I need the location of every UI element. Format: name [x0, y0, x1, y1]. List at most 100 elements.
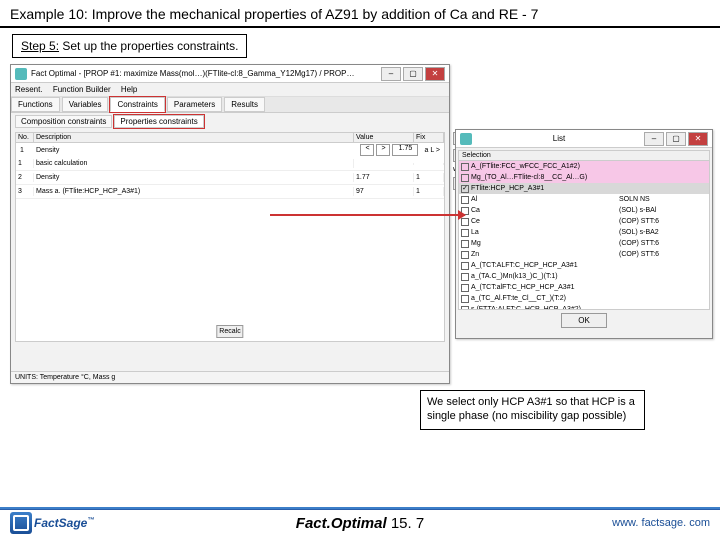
ok-button[interactable]: OK	[561, 313, 607, 328]
list-item[interactable]: A_(TCT:ALFT:C_HCP_HCP_A3#1	[459, 260, 709, 271]
subtab-composition[interactable]: Composition constraints	[15, 115, 112, 128]
checkbox[interactable]	[461, 196, 469, 204]
list-item-label: Mg	[471, 240, 481, 247]
factoptimal-window: Fact Optimal - [PROP #1: maximize Mass(m…	[10, 64, 450, 384]
tab-variables[interactable]: Variables	[62, 97, 109, 112]
recalc-button[interactable]: Recalc	[216, 325, 243, 338]
menu-help[interactable]: Help	[121, 85, 137, 94]
checkbox[interactable]	[461, 163, 469, 171]
app-icon	[15, 68, 27, 80]
col-fix: Fix	[414, 133, 444, 142]
rel-extra: a L >	[424, 147, 440, 154]
list-item[interactable]: Al SOLN NS	[459, 194, 709, 205]
checkbox[interactable]	[461, 284, 469, 292]
minimize-button[interactable]: –	[644, 132, 664, 146]
list-item[interactable]: A_(FTlite:FCC_wFCC_FCC_A1#2)	[459, 161, 709, 172]
tab-results[interactable]: Results	[224, 97, 265, 112]
list-item-label: a_(TC_Al.FT:te_Cl__CT_)(T:2)	[471, 295, 566, 302]
table-row[interactable]: 3 Mass a. (FTlite:HCP_HCP_A3#1) 97 1	[16, 185, 444, 199]
window-titlebar[interactable]: Fact Optimal - [PROP #1: maximize Mass(m…	[11, 65, 449, 83]
list-item-label: Mg_(TO_Al…FTlite-cl:8__CC_Al…G)	[471, 174, 587, 181]
checkbox[interactable]	[461, 229, 469, 237]
subtab-properties[interactable]: Properties constraints	[114, 115, 203, 128]
checkbox[interactable]	[461, 273, 469, 281]
tabs: Functions Variables Constraints Paramete…	[11, 97, 449, 113]
tab-parameters[interactable]: Parameters	[167, 97, 222, 112]
step-box: Step 5: Set up the properties constraint…	[12, 34, 247, 58]
slide-title: Example 10: Improve the mechanical prope…	[0, 0, 720, 28]
list-item-label: A_(TCT:alFT:C_HCP_HCP_A3#1	[471, 284, 574, 291]
rel-gt[interactable]: >	[376, 144, 390, 156]
list-item[interactable]: ✓FTlite:HCP_HCP_A3#1	[459, 183, 709, 194]
menu-function-builder[interactable]: Function Builder	[53, 85, 111, 94]
table-row[interactable]: 1 basic calculation	[16, 157, 444, 171]
checkbox[interactable]	[461, 295, 469, 303]
maximize-button[interactable]: ▢	[403, 67, 423, 81]
tab-functions[interactable]: Functions	[11, 97, 60, 112]
window-title: Fact Optimal - [PROP #1: maximize Mass(m…	[31, 69, 354, 78]
table-row[interactable]: 2 Density 1.77 1	[16, 171, 444, 185]
menubar: Resent. Function Builder Help	[11, 83, 449, 97]
callout-arrow	[270, 214, 465, 216]
checkbox[interactable]: ✓	[461, 185, 469, 193]
list-item-col2: (COP) STT:6	[619, 240, 659, 247]
close-button[interactable]: ✕	[688, 132, 708, 146]
col-desc: Description	[34, 133, 354, 142]
list-titlebar[interactable]: List – ▢ ✕	[456, 130, 712, 148]
list-item[interactable]: La (SOL) s-BA2	[459, 227, 709, 238]
minimize-button[interactable]: –	[381, 67, 401, 81]
list-item[interactable]: a_(TC_Al.FT:te_Cl__CT_)(T:2)	[459, 293, 709, 304]
list-item[interactable]: Mg (COP) STT:6	[459, 238, 709, 249]
logo-text: FactSage™	[34, 516, 94, 530]
list-window: List – ▢ ✕ Selection A_(FTlite:FCC_wFCC_…	[455, 129, 713, 339]
list-item-col2: (SOL) s-BA2	[619, 229, 659, 236]
constraints-grid: No. Description Value Fix 1 Density < > …	[15, 132, 445, 342]
list-item[interactable]: Ce(COP) STT:6	[459, 216, 709, 227]
list-item-col2: (SOL) s-BAl	[619, 207, 656, 214]
rel-lt[interactable]: <	[360, 144, 374, 156]
step-text: Set up the properties constraints.	[59, 39, 238, 53]
footer-url: www. factsage. com	[612, 517, 710, 529]
list-item[interactable]: A_(TCT:alFT:C_HCP_HCP_A3#1	[459, 282, 709, 293]
list-item-label: Al	[471, 196, 477, 203]
checkbox[interactable]	[461, 306, 469, 311]
checkbox[interactable]	[461, 262, 469, 270]
maximize-button[interactable]: ▢	[666, 132, 686, 146]
list-item[interactable]: Ca (SOL) s-BAl	[459, 205, 709, 216]
list-item[interactable]: Mg_(TO_Al…FTlite-cl:8__CC_Al…G)	[459, 172, 709, 183]
list-item-col2: (COP) STT:6	[619, 251, 659, 258]
list-item-label: FTlite:HCP_HCP_A3#1	[471, 185, 544, 192]
close-button[interactable]: ✕	[425, 67, 445, 81]
list-item-label: La	[471, 229, 479, 236]
checkbox[interactable]	[461, 240, 469, 248]
subtabs: Composition constraints Properties const…	[11, 113, 449, 130]
logo: FactSage™	[10, 512, 94, 534]
main-area: Fact Optimal - [PROP #1: maximize Mass(m…	[0, 64, 720, 404]
ok-row: OK	[456, 312, 712, 329]
list-header: Selection	[459, 151, 709, 161]
tab-constraints[interactable]: Constraints	[110, 97, 164, 112]
col-value: Value	[354, 133, 414, 142]
list-item[interactable]: a_(TA.C_)Mn(k13_)C_)(T:1)	[459, 271, 709, 282]
footer: FactSage™ Fact.Optimal 15. 7 www. factsa…	[0, 509, 720, 536]
menu-recent[interactable]: Resent.	[15, 85, 43, 94]
rel-value[interactable]: 1.75	[392, 144, 418, 156]
list-item[interactable]: Zn (COP) STT:6	[459, 249, 709, 260]
logo-icon	[10, 512, 32, 534]
footer-center: Fact.Optimal 15. 7	[296, 515, 424, 532]
list-item-label: Zn	[471, 251, 479, 258]
status-bar: UNITS: Temperature °C, Mass g	[11, 371, 449, 383]
list-item-label: Ce	[471, 218, 480, 225]
app-icon	[460, 133, 472, 145]
step-label: Step 5:	[21, 39, 59, 53]
list-item[interactable]: s (FTTA:ALFT:C_HCP_HCP_A3#2)	[459, 304, 709, 310]
list-item-label: Ca	[471, 207, 480, 214]
list-item-col2: SOLN NS	[619, 196, 650, 203]
list-item-label: A_(TCT:ALFT:C_HCP_HCP_A3#1	[471, 262, 578, 269]
checkbox[interactable]	[461, 174, 469, 182]
list-item-label: a_(TA.C_)Mn(k13_)C_)(T:1)	[471, 273, 558, 280]
grid-header: No. Description Value Fix	[16, 133, 444, 143]
callout-note: We select only HCP A3#1 so that HCP is a…	[420, 390, 645, 430]
relation-row: 1 Density < > 1.75 a L >	[16, 143, 444, 157]
checkbox[interactable]	[461, 251, 469, 259]
